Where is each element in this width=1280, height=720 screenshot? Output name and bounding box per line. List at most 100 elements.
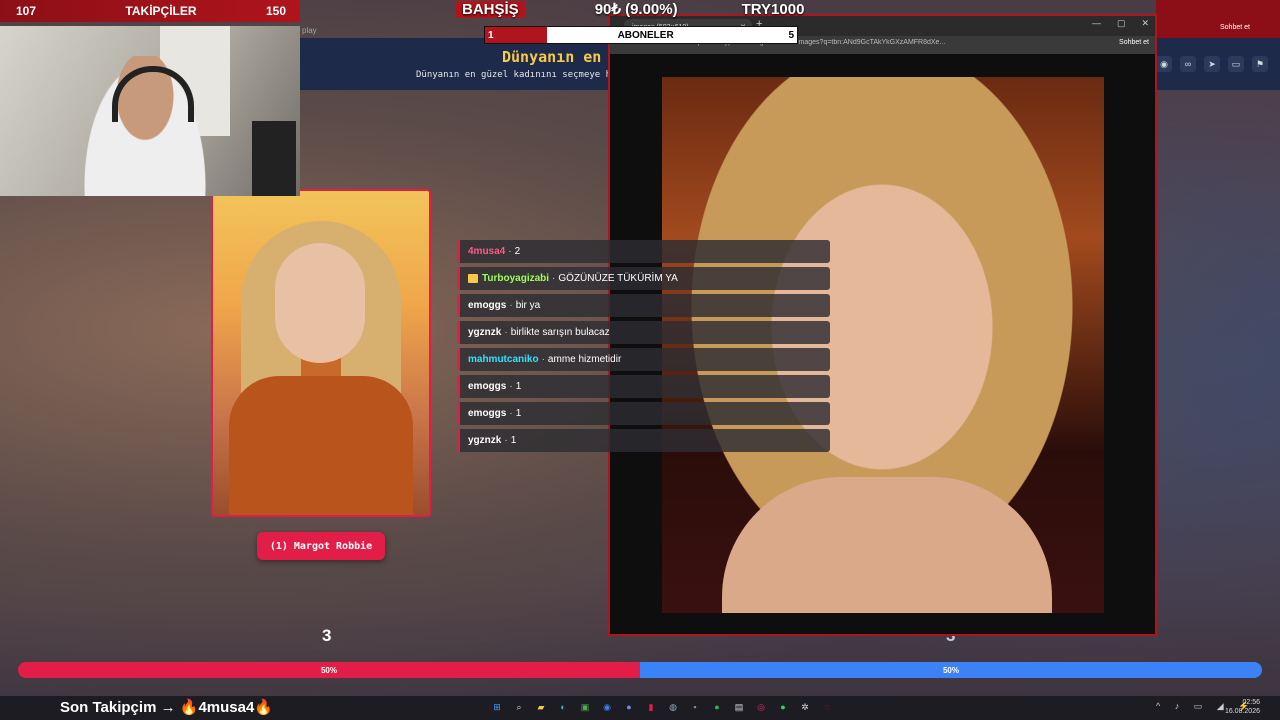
subscribers-progress-fill <box>485 27 548 43</box>
spotify-icon[interactable]: ● <box>710 700 724 714</box>
chat-text: 1 <box>515 381 522 392</box>
clock-date: 16.08.2026 <box>1224 708 1260 715</box>
chat-message: emoggs · bir ya <box>457 294 830 317</box>
game-subtitle: Dünyanın en güzel kadınını seçmeye hazı <box>416 70 628 80</box>
chat-message: emoggs · 1 <box>457 375 830 398</box>
search-icon[interactable]: ⌕ <box>512 700 526 714</box>
sub-badge-icon <box>468 274 478 283</box>
chat-text: 1 <box>510 435 517 446</box>
chatgpt-icon[interactable]: ✲ <box>798 700 812 714</box>
subscribers-label: ABONELER <box>617 29 674 41</box>
followers-goal-bar: 107 TAKİPÇİLER 150 <box>0 0 300 22</box>
tip-label: BAHŞİŞ <box>456 0 525 18</box>
vote-bar-right: 50% <box>640 662 1262 678</box>
last-follower-name: 4musa4 <box>198 699 255 716</box>
chat-separator: · <box>509 300 513 311</box>
app-icon-dark[interactable]: ▪ <box>688 700 702 714</box>
subscribers-goal: 5 <box>788 29 794 41</box>
app-icon-red[interactable]: ▮ <box>644 700 658 714</box>
left-percent: 50% <box>320 665 337 675</box>
whatsapp-icon[interactable]: ● <box>776 700 790 714</box>
clock-time: 02:56 <box>1242 699 1260 706</box>
followers-label: TAKİPÇİLER <box>125 4 197 18</box>
chat-separator: · <box>509 381 513 392</box>
app-icon-ring[interactable]: ◌ <box>820 700 834 714</box>
image-shoulders <box>722 477 1052 613</box>
window-controls: — ▢ ✕ <box>1092 18 1149 29</box>
choice-card-left[interactable] <box>211 189 431 517</box>
chat-username[interactable]: emoggs <box>468 381 506 392</box>
steam-icon[interactable]: ◍ <box>666 700 680 714</box>
webcam-overlay <box>0 26 300 196</box>
game-tab-text[interactable]: play <box>302 26 317 35</box>
chat-username[interactable]: emoggs <box>468 300 506 311</box>
chat-separator: · <box>504 327 508 338</box>
chat-separator: · <box>541 354 545 365</box>
chat-username[interactable]: Turboyagizabi <box>482 273 549 284</box>
chat-text: bir ya <box>515 300 541 311</box>
chat-username[interactable]: emoggs <box>468 408 506 419</box>
chat-text: 2 <box>514 246 521 257</box>
chat-username[interactable]: ygznzk <box>468 435 501 446</box>
browser-chat-button[interactable]: Sohbet et <box>1119 39 1149 46</box>
fire-icon: 🔥 <box>179 699 199 716</box>
folder-icon[interactable]: ▰ <box>534 700 548 714</box>
eye-icon[interactable]: ◉ <box>1156 56 1172 72</box>
app-icon-box[interactable]: ▤ <box>732 700 746 714</box>
chat-text: GÖZÜNÜZE TÜKÜRİM YA <box>558 273 678 284</box>
chat-overlay: 4musa4 · 2 Turboyagizabi · GÖZÜNÜZE TÜKÜRİM Y… <box>457 240 830 456</box>
chat-message: emoggs · 1 <box>457 402 830 425</box>
right-page-icons: ◉ ∞ ➤ ▭ ⚑ <box>1156 56 1268 72</box>
chat-message: ygznzk · birlikte sarışın bulacaz <box>457 321 830 344</box>
fire-icon-2: 🔥 <box>254 699 273 716</box>
maximize-icon[interactable]: ▢ <box>1117 18 1126 29</box>
instagram-icon[interactable]: ◎ <box>754 700 768 714</box>
tip-goal: TRY1000 <box>741 0 805 18</box>
chat-message: ygznzk · 1 <box>457 429 830 452</box>
subscribers-goal-bar: 1 ABONELER 5 <box>484 26 798 44</box>
link-icon[interactable]: ∞ <box>1180 56 1196 72</box>
chat-separator: · <box>509 408 513 419</box>
chat-username[interactable]: ygznzk <box>468 327 501 338</box>
chat-message: mahmutcaniko · amme hizmetidir <box>457 348 830 371</box>
chat-separator: · <box>504 435 508 446</box>
minimize-icon[interactable]: — <box>1092 18 1101 29</box>
chat-message: Turboyagizabi · GÖZÜNÜZE TÜKÜRİM YA <box>457 267 830 290</box>
tip-goal-bar: BAHŞİŞ 90₺ (9.00%) TRY1000 <box>456 0 804 18</box>
last-follower-label: Son Takipçim → <box>60 699 176 716</box>
vote-bar: 50% 50% <box>18 662 1262 678</box>
choice-label-button[interactable]: (1) Margot Robbie <box>257 532 385 560</box>
portrait-dress <box>229 376 413 515</box>
chat-message: 4musa4 · 2 <box>457 240 830 263</box>
last-follower: Son Takipçim → 🔥4musa4🔥 <box>60 698 273 716</box>
send-icon[interactable]: ➤ <box>1204 56 1220 72</box>
game-title: Dünyanın en <box>502 48 602 66</box>
close-icon[interactable]: ✕ <box>1141 18 1149 29</box>
edge-icon[interactable]: ◐ <box>556 700 570 714</box>
chat-text: 1 <box>515 408 522 419</box>
chat-username[interactable]: mahmutcaniko <box>468 354 539 365</box>
chat-text: amme hizmetidir <box>547 354 622 365</box>
browser-icon[interactable]: ◉ <box>600 700 614 714</box>
chat-text: birlikte sarışın bulacaz <box>510 327 610 338</box>
app-icon-green[interactable]: ▣ <box>578 700 592 714</box>
followers-current: 107 <box>16 4 37 18</box>
chat-separator: · <box>508 246 512 257</box>
right-percent: 50% <box>942 665 959 675</box>
subscribers-current: 1 <box>488 29 494 41</box>
chat-username[interactable]: 4musa4 <box>468 246 505 257</box>
bookmark-icon[interactable]: ▭ <box>1228 56 1244 72</box>
tip-amount: 90₺ (9.00%) <box>594 1 678 18</box>
right-chat-button[interactable]: Sohbet et <box>1220 24 1250 31</box>
vote-bar-left: 50% <box>18 662 640 678</box>
portrait-face <box>275 243 365 363</box>
discord-icon[interactable]: ● <box>622 700 636 714</box>
followers-goal: 150 <box>265 4 286 18</box>
start-icon[interactable]: ⊞ <box>490 700 504 714</box>
taskbar-apps: ⊞ ⌕ ▰ ◐ ▣ ◉ ● ▮ ◍ ▪ ● ▤ ◎ ● ✲ ◌ <box>490 700 834 714</box>
monitor <box>252 121 296 196</box>
flag-icon[interactable]: ⚑ <box>1252 56 1268 72</box>
left-vote-count: 3 <box>322 626 332 645</box>
chat-separator: · <box>552 273 556 284</box>
system-clock[interactable]: 02:56 16.08.2026 <box>1225 698 1260 716</box>
